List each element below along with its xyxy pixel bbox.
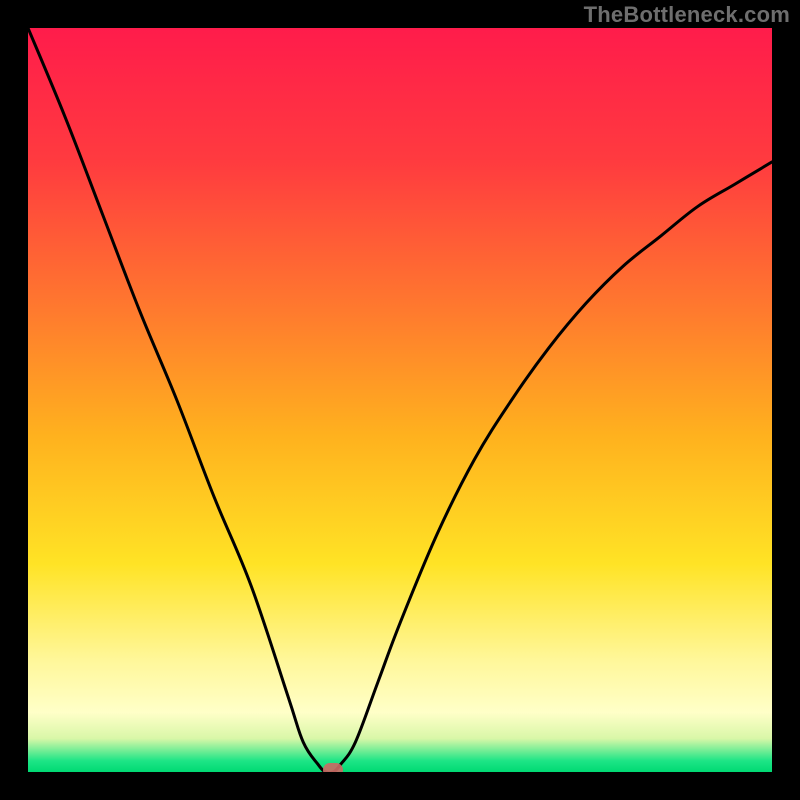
chart-frame: TheBottleneck.com	[0, 0, 800, 800]
chart-svg	[28, 28, 772, 772]
optimal-point-marker	[323, 763, 343, 772]
plot-area	[28, 28, 772, 772]
chart-background	[28, 28, 772, 772]
watermark-text: TheBottleneck.com	[584, 2, 790, 28]
